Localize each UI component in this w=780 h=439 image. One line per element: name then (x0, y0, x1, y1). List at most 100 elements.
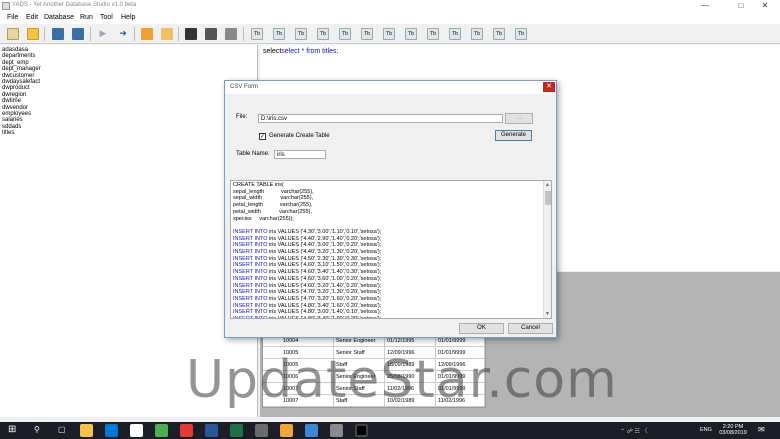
table-button[interactable]: Tb (361, 28, 373, 40)
generate-create-table-checkbox[interactable]: ✓ (259, 133, 266, 140)
table-list-item[interactable]: dwregion (2, 92, 26, 98)
table-button[interactable]: Tb (471, 28, 483, 40)
table-list-item[interactable]: dwcustomer (2, 73, 34, 79)
scroll-down-icon[interactable]: ▼ (545, 311, 550, 317)
menu-database[interactable]: Database (44, 14, 74, 21)
menu-file[interactable]: File (7, 14, 18, 21)
sql-line: INSERT INTO iris VALUES ('4.40','3.20','… (233, 249, 541, 256)
table-button[interactable]: Tb (449, 28, 461, 40)
run-icon[interactable]: ▶ (97, 28, 109, 40)
yads-taskbar-icon[interactable] (355, 424, 368, 437)
word-icon[interactable] (255, 424, 268, 437)
step-icon[interactable]: ➜ (117, 28, 129, 40)
app-icon[interactable] (330, 424, 343, 437)
file-path-input[interactable]: D:\iris.csv (258, 114, 503, 123)
sql-keyword: INSERT INTO (233, 235, 268, 242)
table-list-item[interactable]: sddads (2, 124, 21, 130)
scroll-up-icon[interactable]: ▲ (545, 182, 550, 188)
sql-line-text: iris VALUES ('4.80','3.40','1.90','0.20'… (268, 316, 381, 318)
sql-line: INSERT INTO iris VALUES ('4.80','3.40','… (233, 303, 541, 310)
file-label: File: (236, 114, 248, 120)
sql-line: sepal_width varchar(255), (233, 195, 541, 202)
windows-start-icon[interactable]: ⊞ (8, 425, 16, 435)
table-button[interactable]: Tb (383, 28, 395, 40)
console-icon[interactable] (185, 28, 197, 40)
file-explorer-icon[interactable] (80, 424, 93, 437)
generated-sql-textarea[interactable]: CREATE TABLE iris(sepal_length varchar(2… (230, 180, 552, 319)
table-list-item[interactable]: dwtime (2, 98, 21, 104)
system-tray-icons[interactable]: ⌃ ☍ ☵ 〈 (620, 426, 647, 435)
table-name-input[interactable]: iris (274, 150, 326, 159)
dialog-title: CSV Form (230, 84, 259, 90)
minimize-button[interactable]: — (690, 0, 720, 12)
ok-button[interactable]: OK (459, 323, 504, 334)
sql-keyword: INSERT INTO (233, 275, 268, 282)
close-button[interactable]: ✕ (750, 0, 780, 12)
sql-line: INSERT INTO iris VALUES ('4.60','3.10','… (233, 262, 541, 269)
table-button[interactable]: Tb (317, 28, 329, 40)
sql-line: INSERT INTO iris VALUES ('4.60','3.40','… (233, 269, 541, 276)
menu-run[interactable]: Run (80, 14, 93, 21)
menu-edit[interactable]: Edit (26, 14, 38, 21)
sql-line: INSERT INTO iris VALUES ('4.70','3.20','… (233, 296, 541, 303)
table-button[interactable]: Tb (515, 28, 527, 40)
erase-icon[interactable] (161, 28, 173, 40)
scroll-thumb[interactable] (545, 191, 551, 205)
vertical-scrollbar[interactable]: ▲ ▼ (543, 181, 551, 318)
table-button[interactable]: Tb (339, 28, 351, 40)
browse-button[interactable]: ... (505, 113, 533, 124)
sql-line: CREATE TABLE iris( (233, 182, 541, 189)
table-list-item[interactable]: dwproduct (2, 85, 30, 91)
table-list-item[interactable]: dept_emp (2, 60, 29, 66)
chrome-icon[interactable] (155, 424, 168, 437)
clock[interactable]: 2:20 PM 03/08/2019 (716, 424, 750, 436)
table-button[interactable]: Tb (273, 28, 285, 40)
edge-icon[interactable] (180, 424, 193, 437)
table-list-item[interactable]: departments (2, 53, 35, 59)
notification-icon[interactable]: ✉ (758, 425, 765, 434)
open-icon[interactable] (27, 28, 39, 40)
table-button[interactable]: Tb (427, 28, 439, 40)
menu-tool[interactable]: Tool (100, 14, 113, 21)
menu-help[interactable]: Help (121, 14, 135, 21)
table-list-item[interactable]: salaries (2, 117, 23, 123)
language-indicator[interactable]: ENG (700, 427, 712, 433)
stop-icon[interactable] (205, 28, 217, 40)
table-button[interactable]: Tb (493, 28, 505, 40)
sql-keyword: INSERT INTO (233, 255, 268, 262)
table-list-item[interactable]: dwdaysalefact (2, 79, 40, 85)
table-list-item[interactable]: adasdasa (2, 47, 28, 53)
edit-icon[interactable] (141, 28, 153, 40)
sql-line-text: iris VALUES ('4.80','3.40','1.60','0.20'… (267, 302, 382, 309)
sql-line: INSERT INTO iris VALUES ('4.60','3.60','… (233, 276, 541, 283)
title-bar[interactable]: YADS - Yet Another Database Studio v1.0 … (0, 0, 780, 12)
disconnect-icon[interactable] (72, 28, 84, 40)
steam-icon[interactable] (205, 424, 218, 437)
cancel-button[interactable]: Cancel (508, 323, 553, 334)
generate-button[interactable]: Generate (495, 130, 532, 141)
tools-icon[interactable] (225, 28, 237, 40)
mail-icon[interactable] (130, 424, 143, 437)
table-button[interactable]: Tb (405, 28, 417, 40)
dialog-title-bar[interactable]: CSV Form ✕ (225, 81, 556, 94)
table-button[interactable]: Tb (251, 28, 263, 40)
table-button[interactable]: Tb (295, 28, 307, 40)
table-list-item[interactable]: employees (2, 111, 31, 117)
store-icon[interactable] (105, 424, 118, 437)
sql-keyword: INSERT INTO (233, 289, 268, 296)
generate-create-table-label: Generate Create Table (269, 133, 330, 139)
app-icon[interactable] (305, 424, 318, 437)
table-list-item[interactable]: dept_manager (2, 66, 41, 72)
table-list-item[interactable]: dwvendor (2, 105, 28, 111)
task-view-icon[interactable]: ▢ (58, 425, 66, 434)
sql-line (233, 222, 541, 229)
window-title: YADS - Yet Another Database Studio v1.0 … (12, 2, 137, 8)
new-icon[interactable] (7, 28, 19, 40)
dialog-close-icon[interactable]: ✕ (543, 82, 555, 92)
opera-icon[interactable] (230, 424, 243, 437)
table-list-item[interactable]: titles (2, 130, 14, 136)
sql-keyword: INSERT INTO (233, 249, 268, 256)
connect-icon[interactable] (52, 28, 64, 40)
excel-icon[interactable] (280, 424, 293, 437)
search-icon[interactable]: ⚲ (34, 425, 40, 434)
